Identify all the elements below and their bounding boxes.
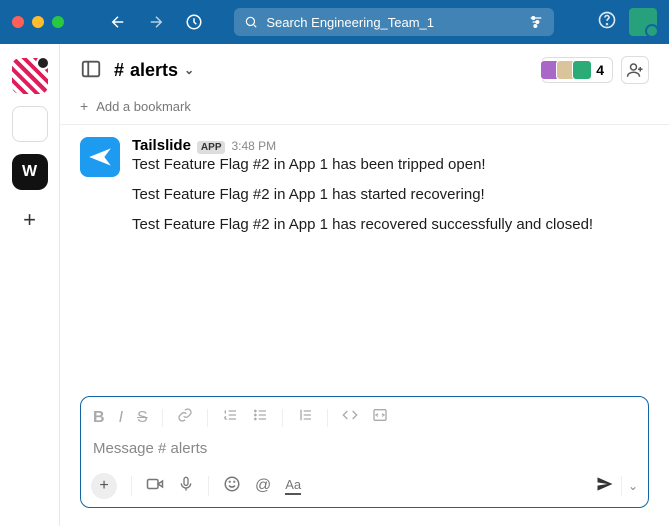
member-count: 4 bbox=[596, 62, 604, 78]
strike-button[interactable]: S bbox=[137, 409, 148, 427]
filter-icon[interactable] bbox=[528, 14, 544, 30]
message-text-1: Test Feature Flag #2 in App 1 has been t… bbox=[132, 154, 649, 176]
channel-name-text: alerts bbox=[130, 60, 178, 81]
video-button[interactable] bbox=[146, 475, 164, 498]
app-badge: APP bbox=[197, 141, 226, 154]
add-workspace[interactable]: + bbox=[12, 202, 48, 238]
bookmark-label: Add a bookmark bbox=[96, 99, 191, 114]
search-text: Search Engineering_Team_1 bbox=[266, 15, 520, 30]
message-list: Tailslide APP 3:48 PM Test Feature Flag … bbox=[60, 125, 669, 396]
mic-button[interactable] bbox=[178, 475, 194, 498]
workspace-rail: W + bbox=[0, 44, 60, 526]
message-text-2: Test Feature Flag #2 in App 1 has starte… bbox=[132, 184, 649, 206]
workspace-1[interactable] bbox=[12, 58, 48, 94]
minimize-window[interactable] bbox=[32, 16, 44, 28]
channel-header: # alerts ⌄ 4 bbox=[60, 44, 669, 94]
bullet-list-button[interactable] bbox=[252, 407, 268, 428]
window-controls bbox=[12, 16, 64, 28]
attach-button[interactable]: + bbox=[91, 473, 117, 499]
message-author[interactable]: Tailslide bbox=[132, 137, 191, 154]
workspace-3[interactable]: W bbox=[12, 154, 48, 190]
plus-icon: + bbox=[80, 98, 88, 114]
ordered-list-button[interactable] bbox=[222, 407, 238, 428]
add-bookmark-button[interactable]: + Add a bookmark bbox=[60, 94, 669, 125]
send-options-chevron[interactable]: ⌄ bbox=[628, 479, 638, 493]
search-bar[interactable]: Search Engineering_Team_1 bbox=[234, 8, 554, 36]
member-count-button[interactable]: 4 bbox=[541, 57, 613, 83]
app-avatar[interactable] bbox=[80, 137, 120, 177]
history-forward[interactable] bbox=[142, 8, 170, 36]
send-button[interactable] bbox=[595, 474, 615, 499]
bold-button[interactable]: B bbox=[93, 409, 105, 427]
mention-button[interactable]: @ bbox=[255, 477, 271, 495]
code-button[interactable] bbox=[342, 407, 358, 428]
channel-hash: # bbox=[114, 60, 124, 81]
message: Tailslide APP 3:48 PM Test Feature Flag … bbox=[80, 137, 649, 235]
sidebar-toggle-icon[interactable] bbox=[80, 58, 104, 82]
message-input[interactable]: Message # alerts bbox=[91, 436, 638, 467]
search-icon bbox=[244, 15, 258, 29]
channel-name-button[interactable]: # alerts ⌄ bbox=[114, 60, 194, 81]
add-people-button[interactable] bbox=[621, 56, 649, 84]
close-window[interactable] bbox=[12, 16, 24, 28]
codeblock-button[interactable] bbox=[372, 407, 388, 428]
workspace-2[interactable] bbox=[12, 106, 48, 142]
composer-actions: + @ Aa ⌄ bbox=[91, 467, 638, 499]
format-toggle-button[interactable]: Aa bbox=[285, 477, 301, 495]
emoji-button[interactable] bbox=[223, 475, 241, 498]
titlebar: Search Engineering_Team_1 bbox=[0, 0, 669, 44]
history-icon[interactable] bbox=[180, 8, 208, 36]
chevron-down-icon: ⌄ bbox=[184, 63, 194, 77]
help-icon[interactable] bbox=[597, 10, 617, 35]
format-toolbar: B I S bbox=[91, 405, 638, 436]
user-avatar[interactable] bbox=[629, 8, 657, 36]
maximize-window[interactable] bbox=[52, 16, 64, 28]
member-avatars bbox=[544, 60, 592, 80]
message-composer: B I S Message # alerts + bbox=[80, 396, 649, 508]
message-time: 3:48 PM bbox=[231, 139, 276, 153]
italic-button[interactable]: I bbox=[119, 409, 123, 427]
link-button[interactable] bbox=[177, 407, 193, 428]
history-back[interactable] bbox=[104, 8, 132, 36]
blockquote-button[interactable] bbox=[297, 407, 313, 428]
message-text-3: Test Feature Flag #2 in App 1 has recove… bbox=[132, 214, 649, 236]
